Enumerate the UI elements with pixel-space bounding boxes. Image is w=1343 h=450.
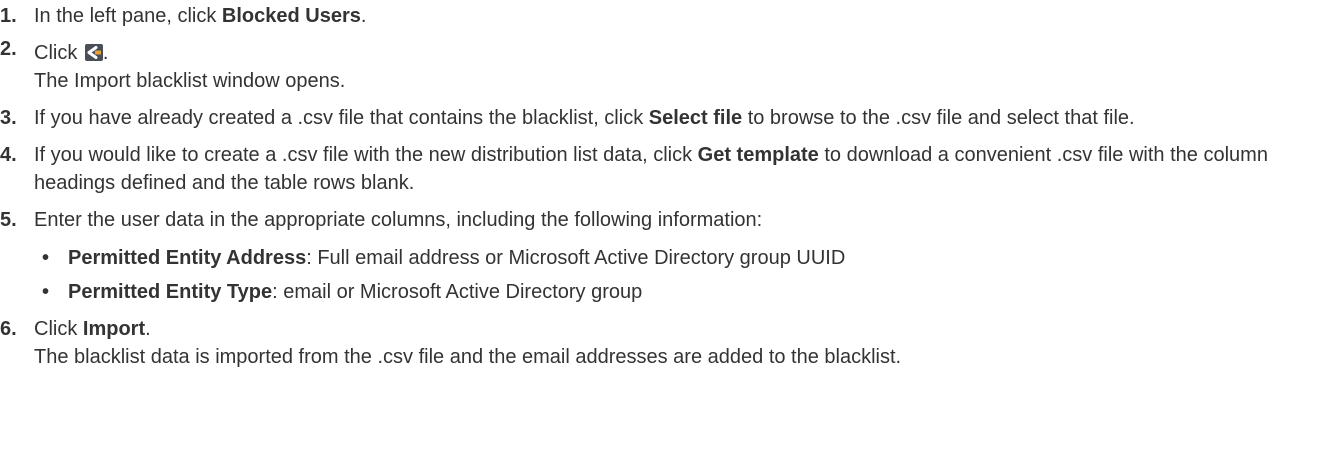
step-text-end: . bbox=[102, 42, 109, 64]
step-text-end: . bbox=[360, 5, 367, 27]
ui-term-get-template: Get template bbox=[697, 144, 819, 166]
step-5: 5. Enter the user data in the appropriat… bbox=[0, 206, 1343, 306]
step-4: 4. If you would like to create a .csv fi… bbox=[0, 141, 1343, 197]
step-result: The Import blacklist window opens. bbox=[34, 70, 346, 92]
step-text: Click bbox=[34, 318, 83, 340]
step-number: 6. bbox=[0, 318, 17, 340]
step-6: 6. Click Import. The blacklist data is i… bbox=[0, 315, 1343, 371]
step-1: 1. In the left pane, click Blocked Users… bbox=[0, 2, 1343, 30]
step-number: 2. bbox=[0, 38, 17, 60]
step-2: 2. Click . The Import blacklist window o… bbox=[0, 38, 1343, 95]
step-text-end: . bbox=[145, 318, 151, 340]
step-number: 4. bbox=[0, 144, 17, 166]
step-text: Click bbox=[34, 42, 83, 64]
ui-term-import: Import bbox=[82, 318, 146, 340]
steps-list: 1. In the left pane, click Blocked Users… bbox=[0, 2, 1343, 371]
ui-term-select-file: Select file bbox=[648, 107, 743, 129]
step-3: 3. If you have already created a .csv fi… bbox=[0, 104, 1343, 132]
field-name: Permitted Entity Address bbox=[68, 247, 307, 269]
field-description: : Full email address or Microsoft Active… bbox=[306, 247, 846, 269]
field-name: Permitted Entity Type bbox=[68, 281, 273, 303]
step-number: 1. bbox=[0, 5, 17, 27]
bullet: • bbox=[42, 247, 50, 269]
step-text: If you have already created a .csv file … bbox=[34, 107, 649, 129]
step-text: Enter the user data in the appropriate c… bbox=[34, 209, 763, 231]
step-result: The blacklist data is imported from the … bbox=[34, 346, 902, 368]
field-item-entity-type: • Permitted Entity Type: email or Micros… bbox=[34, 278, 1343, 306]
bullet: • bbox=[42, 281, 50, 303]
field-item-entity-address: • Permitted Entity Address: Full email a… bbox=[34, 244, 1343, 272]
step-text: If you would like to create a .csv file … bbox=[34, 144, 698, 166]
step-number: 5. bbox=[0, 209, 17, 231]
field-description: : email or Microsoft Active Directory gr… bbox=[272, 281, 643, 303]
field-list: • Permitted Entity Address: Full email a… bbox=[34, 244, 1343, 306]
import-icon bbox=[84, 44, 103, 61]
step-text-end: to browse to the .csv file and select th… bbox=[742, 107, 1135, 129]
procedure-document: 1. In the left pane, click Blocked Users… bbox=[0, 0, 1343, 371]
ui-term-blocked-users: Blocked Users bbox=[221, 5, 361, 27]
step-number: 3. bbox=[0, 107, 17, 129]
step-text: In the left pane, click bbox=[34, 5, 222, 27]
